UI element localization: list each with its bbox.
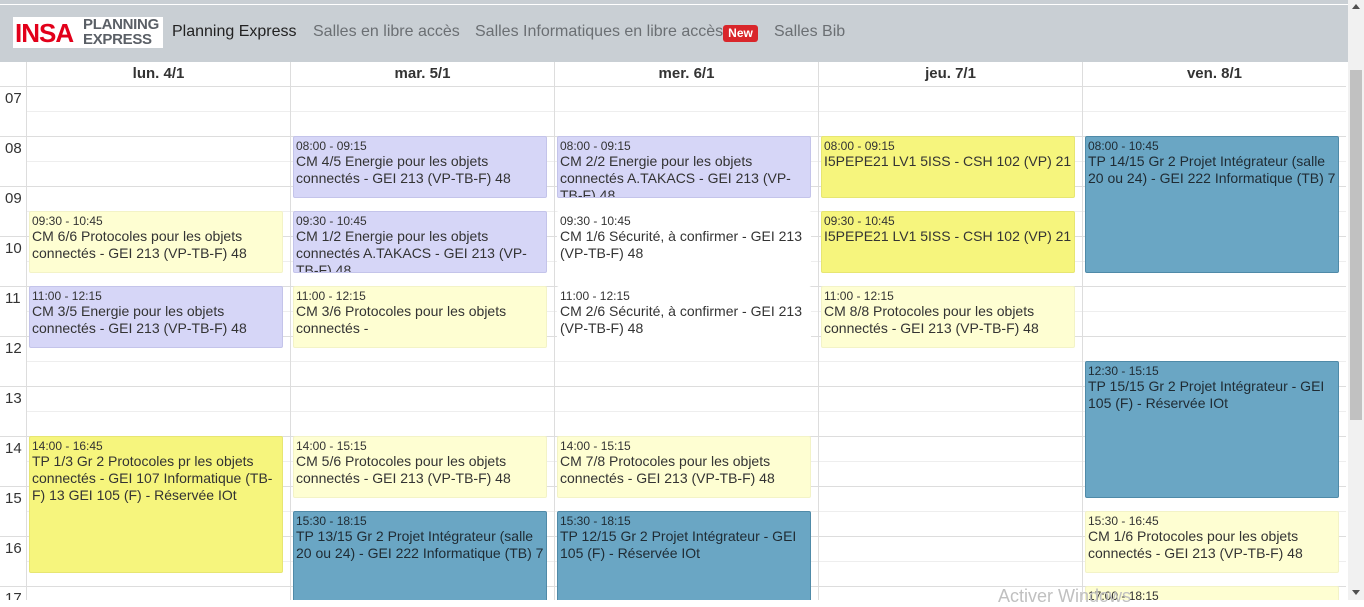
- day-header-monday: lun. 4/1: [132, 65, 185, 82]
- event-title: I5PEPE21 LV1 5ISS - CSH 102 (VP) 21: [824, 228, 1072, 244]
- calendar-event[interactable]: 11:00 - 12:15 CM 3/6 Protocoles pour les…: [293, 286, 547, 348]
- hour-label: 10: [5, 240, 22, 257]
- calendar-event[interactable]: 09:30 - 10:45 CM 1/6 Sécurité, à confirm…: [557, 211, 811, 273]
- calendar-event[interactable]: 12:30 - 15:15 TP 15/15 Gr 2 Projet Intég…: [1085, 361, 1339, 498]
- day-header-thursday: jeu. 7/1: [925, 65, 976, 82]
- event-time: 11:00 - 12:15: [560, 289, 630, 303]
- calendar-event[interactable]: 09:30 - 10:45 I5PEPE21 LV1 5ISS - CSH 10…: [821, 211, 1075, 273]
- hour-label: 07: [5, 90, 22, 107]
- header-divider: [0, 86, 1346, 87]
- logo-express-text: EXPRESS: [83, 31, 152, 48]
- event-time: 15:30 - 18:15: [560, 514, 631, 528]
- event-title: CM 2/6 Sécurité, à confirmer - GEI 213 (…: [560, 303, 802, 336]
- hour-label: 09: [5, 190, 22, 207]
- event-time: 14:00 - 15:15: [296, 439, 367, 453]
- event-title: CM 1/2 Energie pour les objets connectés…: [296, 228, 527, 273]
- event-time: 08:00 - 09:15: [824, 139, 895, 153]
- week-calendar: lun. 4/1 mar. 5/1 mer. 6/1 jeu. 7/1 ven.…: [0, 62, 1348, 600]
- event-title: TP 15/15 Gr 2 Projet Intégrateur - GEI 1…: [1088, 378, 1325, 411]
- calendar-event[interactable]: 08:00 - 09:15 CM 4/5 Energie pour les ob…: [293, 136, 547, 198]
- event-time: 15:30 - 16:45: [1088, 514, 1159, 528]
- column-line: [818, 62, 819, 600]
- event-title: CM 2/2 Energie pour les objets connectés…: [560, 153, 791, 198]
- logo-insa-text: INSA: [15, 18, 74, 48]
- vertical-scrollbar[interactable]: [1348, 0, 1364, 600]
- logo-planning-text: PLANNING: [83, 16, 159, 33]
- event-time: 09:30 - 10:45: [560, 214, 631, 228]
- event-title: CM 8/8 Protocoles pour les objets connec…: [824, 303, 1039, 336]
- calendar-event[interactable]: 14:00 - 15:15 CM 7/8 Protocoles pour les…: [557, 436, 811, 498]
- event-title: CM 7/8 Protocoles pour les objets connec…: [560, 453, 775, 486]
- calendar-event[interactable]: 09:30 - 10:45 CM 6/6 Protocoles pour les…: [29, 211, 283, 273]
- hour-label: 17: [5, 590, 22, 600]
- event-title: TP 14/15 Gr 2 Projet Intégrateur (salle …: [1088, 153, 1336, 186]
- nav-salles-libre-acces[interactable]: Salles en libre accès: [313, 22, 460, 42]
- nav-planning-express[interactable]: Planning Express: [172, 22, 297, 42]
- event-time: 11:00 - 12:15: [32, 289, 102, 303]
- event-title: CM 3/5 Energie pour les objets connectés…: [32, 303, 247, 336]
- event-time: 08:00 - 09:15: [560, 139, 631, 153]
- event-time: 09:30 - 10:45: [296, 214, 367, 228]
- event-time: 09:30 - 10:45: [824, 214, 895, 228]
- column-line: [1082, 62, 1083, 600]
- event-time: 15:30 - 18:15: [296, 514, 367, 528]
- hour-label: 16: [5, 540, 22, 557]
- event-time: 11:00 - 12:15: [296, 289, 366, 303]
- calendar-event[interactable]: 15:30 - 18:15 TP 12/15 Gr 2 Projet Intég…: [557, 511, 811, 600]
- insa-planning-express-logo[interactable]: INSA PLANNING EXPRESS: [13, 17, 163, 48]
- event-title: CM 3/6 Protocoles pour les objets connec…: [296, 303, 507, 336]
- event-title: CM 4/5 Energie pour les objets connectés…: [296, 153, 511, 186]
- event-time: 08:00 - 09:15: [296, 139, 367, 153]
- calendar-event[interactable]: 14:00 - 16:45 TP 1/3 Gr 2 Protocoles pr …: [29, 436, 283, 573]
- event-title: CM 5/6 Protocoles pour les objets connec…: [296, 453, 511, 486]
- event-title: TP 12/15 Gr 2 Projet Intégrateur - GEI 1…: [560, 528, 797, 561]
- day-header-wednesday: mer. 6/1: [658, 65, 715, 82]
- hour-label: 11: [5, 290, 21, 307]
- event-time: 11:00 - 12:15: [824, 289, 894, 303]
- scroll-down-arrow-icon[interactable]: [1352, 590, 1360, 595]
- event-title: TP 13/15 Gr 2 Projet Intégrateur (salle …: [296, 528, 544, 561]
- event-time: 12:30 - 15:15: [1088, 364, 1159, 378]
- event-title: CM 6/6 Protocoles pour les objets connec…: [32, 228, 247, 261]
- hour-label: 13: [5, 390, 22, 407]
- half-hour-line: [27, 111, 1346, 112]
- hour-label: 08: [5, 140, 22, 157]
- nav-salles-informatiques[interactable]: Salles Informatiques en libre accès: [475, 22, 723, 42]
- scrollbar-thumb[interactable]: [1350, 70, 1362, 420]
- event-time: 14:00 - 15:15: [560, 439, 631, 453]
- hour-label: 12: [5, 340, 22, 357]
- hour-label: 14: [5, 440, 22, 457]
- event-time: 14:00 - 16:45: [32, 439, 103, 453]
- calendar-event[interactable]: 08:00 - 09:15 I5PEPE21 LV1 5ISS - CSH 10…: [821, 136, 1075, 198]
- calendar-event[interactable]: 08:00 - 09:15 CM 2/2 Energie pour les ob…: [557, 136, 811, 198]
- event-title: TP 1/3 Gr 2 Protocoles pr les objets con…: [32, 453, 273, 503]
- calendar-event[interactable]: 09:30 - 10:45 CM 1/2 Energie pour les ob…: [293, 211, 547, 273]
- hour-label: 15: [5, 490, 22, 507]
- calendar-event[interactable]: 14:00 - 15:15 CM 5/6 Protocoles pour les…: [293, 436, 547, 498]
- scroll-up-arrow-icon[interactable]: [1352, 4, 1360, 9]
- calendar-event[interactable]: 11:00 - 12:15 CM 2/6 Sécurité, à confirm…: [557, 286, 811, 348]
- calendar-event[interactable]: 15:30 - 16:45 CM 1/6 Protocoles pour les…: [1085, 511, 1339, 573]
- activate-windows-watermark: Activer Windows: [998, 586, 1132, 606]
- column-line: [26, 62, 27, 600]
- nav-salles-bib[interactable]: Salles Bib: [774, 22, 845, 42]
- navbar-top-border: [0, 4, 1348, 5]
- column-line: [554, 62, 555, 600]
- column-line: [290, 62, 291, 600]
- day-header-friday: ven. 8/1: [1186, 65, 1243, 82]
- calendar-event[interactable]: 11:00 - 12:15 CM 8/8 Protocoles pour les…: [821, 286, 1075, 348]
- day-header-tuesday: mar. 5/1: [394, 65, 451, 82]
- event-time: 08:00 - 10:45: [1088, 139, 1159, 153]
- calendar-event[interactable]: 08:00 - 10:45 TP 14/15 Gr 2 Projet Intég…: [1085, 136, 1339, 273]
- calendar-event[interactable]: 15:30 - 18:15 TP 13/15 Gr 2 Projet Intég…: [293, 511, 547, 600]
- event-time: 09:30 - 10:45: [32, 214, 103, 228]
- event-title: CM 1/6 Protocoles pour les objets connec…: [1088, 528, 1303, 561]
- event-title: CM 1/6 Sécurité, à confirmer - GEI 213 (…: [560, 228, 802, 261]
- new-badge: New: [723, 25, 758, 42]
- event-title: I5PEPE21 LV1 5ISS - CSH 102 (VP) 21: [824, 153, 1072, 169]
- calendar-event[interactable]: 11:00 - 12:15 CM 3/5 Energie pour les ob…: [29, 286, 283, 348]
